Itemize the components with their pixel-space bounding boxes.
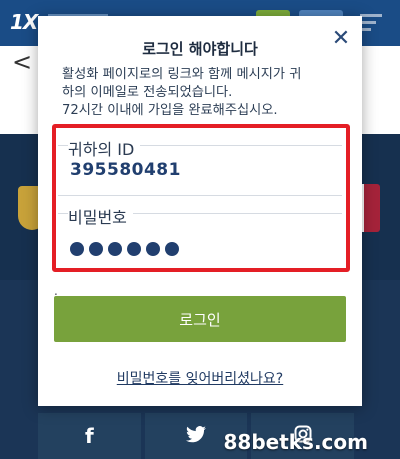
modal-message-line: 72시간 이내에 가입을 완료해주십시오.	[62, 103, 278, 118]
user-id-label: 귀하의 ID	[68, 136, 141, 160]
app-screen: 1X < f 88betks.com ✕ 로그인 해야합니다 활성화 페이지로의…	[0, 0, 400, 459]
password-masked-value[interactable]	[70, 242, 179, 256]
field-divider	[58, 195, 342, 196]
password-dot	[127, 242, 141, 256]
login-button[interactable]: 로그인	[54, 296, 346, 342]
modal-title: 로그인 해야합니다	[142, 40, 258, 58]
password-dot	[165, 242, 179, 256]
password-dot	[89, 242, 103, 256]
password-field[interactable]: 비밀번호	[58, 200, 342, 264]
forgot-password-link[interactable]: 비밀번호를 잊어버리셨나요?	[38, 368, 362, 388]
modal-message-line: 하의 이메일로 전송되었습니다.	[62, 85, 233, 100]
password-label: 비밀번호	[68, 204, 133, 228]
password-dot	[70, 242, 84, 256]
hamburger-menu-icon[interactable]	[360, 14, 382, 32]
facebook-icon: f	[84, 424, 94, 448]
watermark-text: 88betks.com	[223, 430, 368, 454]
login-required-modal: ✕ 로그인 해야합니다 활성화 페이지로의 링크와 함께 메시지가 귀 하의 이…	[38, 16, 362, 406]
brand-logo[interactable]: 1X	[10, 10, 38, 34]
facebook-button[interactable]: f	[38, 413, 141, 459]
password-dot	[108, 242, 122, 256]
modal-message-line: 활성화 페이지로의 링크와 함께 메시지가 귀	[62, 67, 302, 82]
password-dot	[146, 242, 160, 256]
user-id-value[interactable]: 395580481	[70, 160, 181, 180]
back-arrow-icon[interactable]: <	[12, 48, 32, 76]
user-id-field[interactable]: 귀하의 ID 395580481	[58, 132, 342, 196]
modal-message: 활성화 페이지로의 링크와 함께 메시지가 귀 하의 이메일로 전송되었습니다.…	[62, 66, 346, 120]
twitter-icon	[186, 424, 206, 448]
